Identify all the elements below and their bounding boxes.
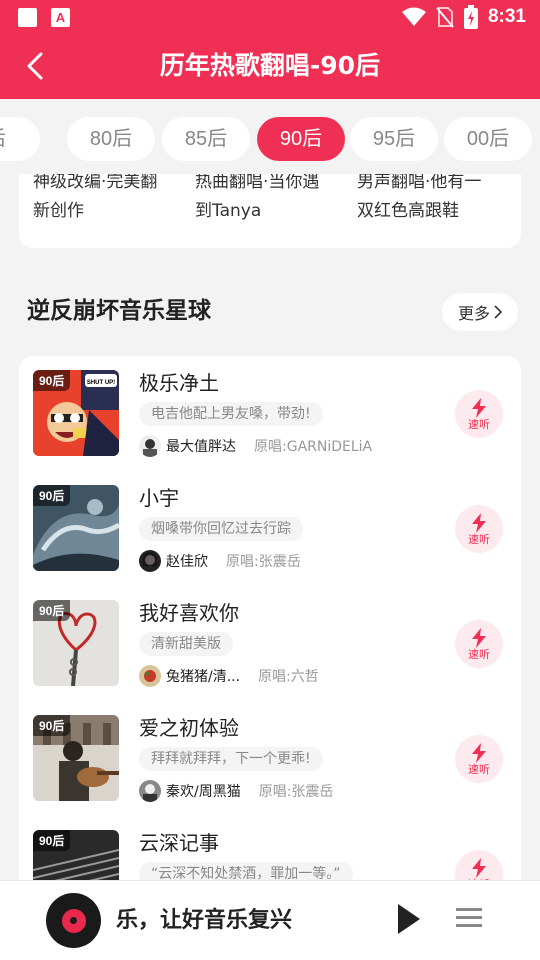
quick-listen-button[interactable]: 速听: [455, 735, 503, 783]
page-title: 历年热歌翻唱-90后: [159, 51, 381, 80]
section-title: 逆反崩坏音乐星球: [27, 298, 211, 324]
lightning-icon: [472, 397, 486, 418]
song-cover[interactable]: 90后: [33, 715, 119, 801]
vinyl-disc-icon[interactable]: [46, 893, 101, 948]
song-title: 云深记事: [139, 831, 219, 855]
song-meta: 秦欢/周黑猫 原唱:张震岳: [139, 779, 333, 803]
tab-85[interactable]: 85后: [162, 117, 250, 161]
singer-name: 赵佳欣: [166, 554, 208, 570]
song-row[interactable]: 90后 我好喜欢你 清新甜美版 兔猪猪/清... 原唱:六哲 速听: [19, 586, 521, 701]
playlist-button[interactable]: [456, 905, 482, 931]
quick-listen-button[interactable]: 速听: [455, 505, 503, 553]
app-notification-icon: A: [51, 8, 70, 27]
tab-00[interactable]: 00后: [444, 117, 532, 161]
more-label: 更多: [457, 304, 490, 323]
song-title: 爱之初体验: [139, 716, 239, 740]
playlist-item-line: 双红色高跟鞋: [357, 201, 459, 221]
song-description: 烟嗓带你回忆过去行踪: [139, 517, 303, 541]
app-header: A 8:31 历年热歌翻唱-90后: [0, 0, 540, 99]
song-row[interactable]: SHUT UP! 90后 极乐净土 电吉他配上男友嗓，带劲! 最大值胖达 原唱:…: [19, 356, 521, 471]
no-sim-icon: [436, 7, 454, 28]
status-bar: A 8:31: [0, 0, 540, 36]
status-time: 8:31: [487, 6, 526, 27]
singer-avatar: [139, 550, 161, 572]
playlist-item[interactable]: 热曲翻唱·当你遇 到Tanya: [195, 174, 345, 226]
song-row[interactable]: 90后 爱之初体验 拜拜就拜拜，下一个更乖! 秦欢/周黑猫 原唱:张震岳 速听: [19, 701, 521, 816]
era-tag: 90后: [33, 830, 71, 851]
playlist-item-line: 神级改编·完美翻: [33, 174, 158, 192]
tab-90[interactable]: 90后: [257, 117, 345, 161]
wifi-icon: [401, 7, 426, 26]
more-button[interactable]: 更多: [442, 293, 518, 331]
quick-listen-label: 速听: [468, 417, 490, 431]
lightning-icon: [472, 627, 486, 648]
playlist-item[interactable]: 神级改编·完美翻 新创作: [33, 174, 183, 226]
era-tag: 90后: [33, 370, 71, 391]
playlist-item-line: 到Tanya: [195, 201, 262, 221]
quick-listen-button[interactable]: 速听: [455, 390, 503, 438]
singer-avatar: [139, 780, 161, 802]
lightning-icon: [472, 857, 486, 878]
era-tag: 90后: [33, 715, 71, 736]
tab-95[interactable]: 95后: [350, 117, 438, 161]
song-meta: 赵佳欣 原唱:张震岳: [139, 549, 301, 573]
song-title: 小宇: [139, 486, 179, 510]
playlist-item-line: 新创作: [33, 201, 84, 221]
chevron-right-icon: [494, 305, 502, 319]
quick-listen-label: 速听: [468, 532, 490, 546]
tab-80[interactable]: 80后: [67, 117, 155, 161]
song-meta: 兔猪猪/清... 原唱:六哲: [139, 664, 319, 688]
quick-listen-label: 速听: [468, 762, 490, 776]
singer-avatar: [139, 665, 161, 687]
tab-partial[interactable]: 后: [0, 117, 40, 161]
battery-icon: [463, 5, 478, 29]
singer-name: 兔猪猪/清...: [166, 669, 241, 685]
song-cover[interactable]: 90后: [33, 485, 119, 571]
comic-bubble-text: SHUT UP!: [87, 380, 115, 386]
song-title: 我好喜欢你: [139, 601, 239, 625]
quick-listen-label: 速听: [468, 647, 490, 661]
song-cover[interactable]: SHUT UP! 90后: [33, 370, 119, 456]
song-description: 清新甜美版: [139, 632, 233, 656]
notification-icon: [18, 8, 37, 27]
singer-avatar: [139, 435, 161, 457]
singer-name: 最大值胖达: [166, 439, 236, 455]
song-description: 电吉他配上男友嗓，带劲!: [139, 402, 323, 426]
song-meta: 最大值胖达 原唱:GARNiDELiA: [139, 434, 372, 458]
playlist-item-line: 热曲翻唱·当你遇: [195, 174, 320, 192]
quick-listen-button[interactable]: 速听: [455, 620, 503, 668]
play-icon: [398, 904, 420, 934]
original-artist: 原唱:GARNiDELiA: [254, 439, 373, 455]
player-now-playing: 乐，让好音乐复兴: [116, 908, 293, 933]
play-button[interactable]: [392, 901, 426, 937]
song-row[interactable]: 90后 小宇 烟嗓带你回忆过去行踪 赵佳欣 原唱:张震岳 速听: [19, 471, 521, 586]
lightning-icon: [472, 512, 486, 533]
playlist-item[interactable]: 男声翻唱·他有一 双红色高跟鞋: [357, 174, 507, 226]
menu-icon: [456, 908, 482, 927]
original-artist: 原唱:张震岳: [226, 554, 301, 570]
original-artist: 原唱:六哲: [258, 669, 319, 685]
mini-player: 乐，让好音乐复兴: [0, 880, 540, 960]
era-tag: 90后: [33, 600, 71, 621]
playlist-card: 神级改编·完美翻 新创作 热曲翻唱·当你遇 到Tanya 男声翻唱·他有一 双红…: [19, 174, 521, 248]
song-cover[interactable]: 90后: [33, 600, 119, 686]
original-artist: 原唱:张震岳: [258, 784, 334, 800]
song-description: 拜拜就拜拜，下一个更乖!: [139, 747, 323, 771]
era-tag: 90后: [33, 485, 71, 506]
playlist-item-line: 男声翻唱·他有一: [357, 174, 482, 192]
singer-name: 秦欢/周黑猫: [166, 784, 241, 800]
era-tabs: 后 80后 85后 90后 95后 00后: [0, 117, 540, 163]
lightning-icon: [472, 742, 486, 763]
song-title: 极乐净土: [139, 371, 219, 395]
song-list: SHUT UP! 90后 极乐净土 电吉他配上男友嗓，带劲! 最大值胖达 原唱:…: [19, 356, 521, 916]
